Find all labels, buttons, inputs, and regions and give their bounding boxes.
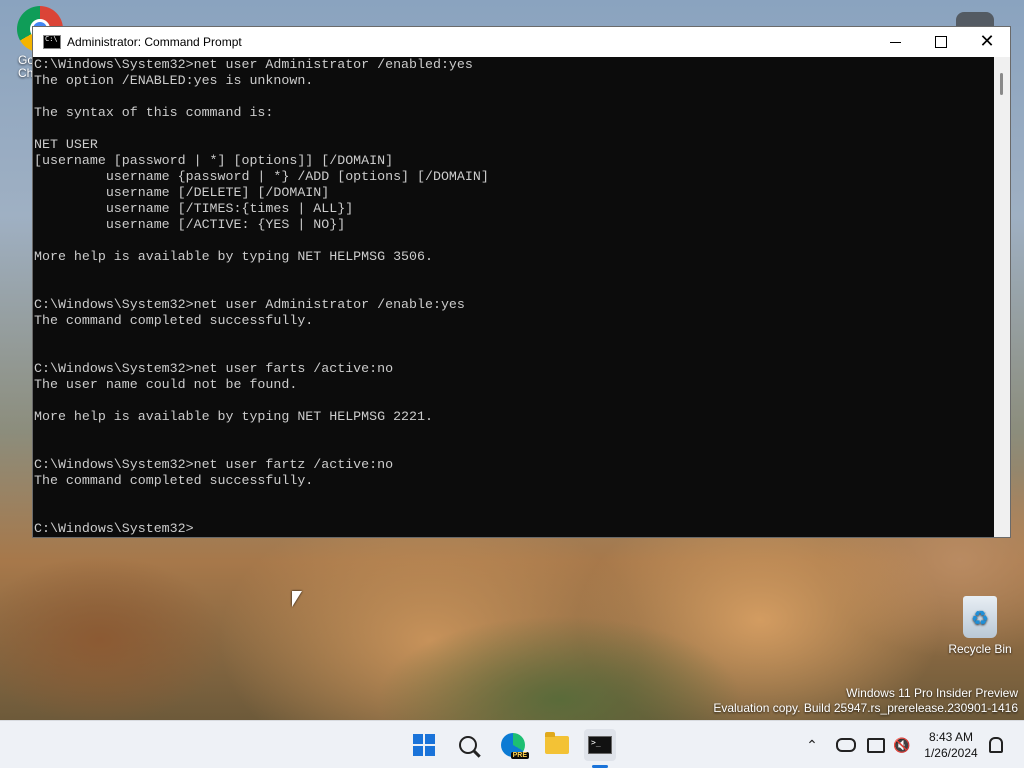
console-line: C:\Windows\System32>net user farts /acti…: [34, 361, 394, 376]
windows-logo-icon: [413, 734, 435, 756]
console-lines: C:\Windows\System32>net user Administrat…: [34, 57, 994, 537]
edge-pre-badge: PRE: [510, 752, 529, 759]
console-line: The syntax of this command is:: [34, 105, 274, 120]
scrollbar-thumb[interactable]: [1000, 73, 1003, 95]
volume-muted-icon: 🔇: [893, 736, 911, 753]
onedrive-tray-button[interactable]: [836, 735, 856, 755]
console-output[interactable]: C:\Windows\System32>net user Administrat…: [34, 57, 994, 537]
minimize-icon: [889, 41, 901, 43]
console-line: More help is available by typing NET HEL…: [34, 409, 433, 424]
folder-icon: [545, 732, 569, 754]
volume-tray-button[interactable]: 🔇: [892, 735, 912, 755]
command-prompt-icon: [43, 35, 61, 49]
maximize-icon: [935, 36, 947, 48]
network-tray-button[interactable]: [866, 735, 886, 755]
console-line: username [/DELETE] [/DOMAIN]: [34, 185, 330, 200]
notification-bell-icon: [989, 737, 1003, 753]
console-line: NET USER: [34, 137, 98, 152]
clock-date: 1/26/2024: [924, 746, 978, 760]
recycle-bin-label: Recycle Bin: [948, 642, 1012, 656]
onedrive-icon: [836, 738, 856, 752]
edge-icon: PRE: [501, 733, 529, 759]
minimize-button[interactable]: [872, 27, 918, 57]
maximize-button[interactable]: [918, 27, 964, 57]
console-line: C:\Windows\System32>net user Administrat…: [34, 57, 473, 72]
edge-button[interactable]: PRE: [497, 729, 529, 761]
console-line: The option /ENABLED:yes is unknown.: [34, 73, 314, 88]
watermark-line1: Windows 11 Pro Insider Preview: [846, 686, 1018, 700]
mouse-cursor: [292, 591, 302, 607]
start-button[interactable]: [408, 729, 440, 761]
console-line: username {password | *} /ADD [options] […: [34, 169, 489, 184]
console-line: C:\Windows\System32>: [34, 521, 194, 536]
taskbar: PRE ⌃ 🔇 8:43 AM 1/26/2024: [0, 720, 1024, 768]
console-line: The command completed successfully.: [34, 473, 314, 488]
taskbar-clock[interactable]: 8:43 AM 1/26/2024: [916, 729, 986, 761]
console-line: username [/ACTIVE: {YES | NO}]: [34, 217, 346, 232]
recycle-bin-shortcut[interactable]: ♻ Recycle Bin: [940, 596, 1020, 656]
close-icon: ✕: [979, 31, 995, 52]
console-line: C:\Windows\System32>net user fartz /acti…: [34, 457, 394, 472]
notification-button[interactable]: [986, 735, 1006, 755]
terminal-icon: [588, 736, 612, 754]
command-prompt-window[interactable]: Administrator: Command Prompt ✕ C:\Windo…: [32, 26, 1011, 538]
search-button[interactable]: [452, 729, 484, 761]
window-title: Administrator: Command Prompt: [67, 35, 242, 49]
search-icon: [459, 736, 477, 754]
console-line: More help is available by typing NET HEL…: [34, 249, 433, 264]
chevron-up-icon: ⌃: [806, 736, 818, 753]
vertical-scrollbar[interactable]: [994, 57, 1010, 537]
console-line: The command completed successfully.: [34, 313, 314, 328]
show-hidden-icons-button[interactable]: ⌃: [802, 735, 822, 755]
title-bar[interactable]: Administrator: Command Prompt ✕: [33, 27, 1010, 57]
close-button[interactable]: ✕: [964, 27, 1010, 57]
console-line: The user name could not be found.: [34, 377, 298, 392]
console-line: username [/TIMES:{times | ALL}]: [34, 201, 354, 216]
clock-time: 8:43 AM: [928, 730, 974, 744]
watermark-line2: Evaluation copy. Build 25947.rs_prerelea…: [713, 701, 1018, 715]
console-line: C:\Windows\System32>net user Administrat…: [34, 297, 465, 312]
console-line: [username [password | *] [options]] [/DO…: [34, 153, 394, 168]
file-explorer-button[interactable]: [541, 729, 573, 761]
command-prompt-taskbar-button[interactable]: [584, 729, 616, 761]
recycle-bin-icon: ♻: [963, 596, 997, 638]
windows-watermark: Windows 11 Pro Insider Preview Evaluatio…: [713, 686, 1018, 716]
network-icon: [867, 737, 885, 753]
